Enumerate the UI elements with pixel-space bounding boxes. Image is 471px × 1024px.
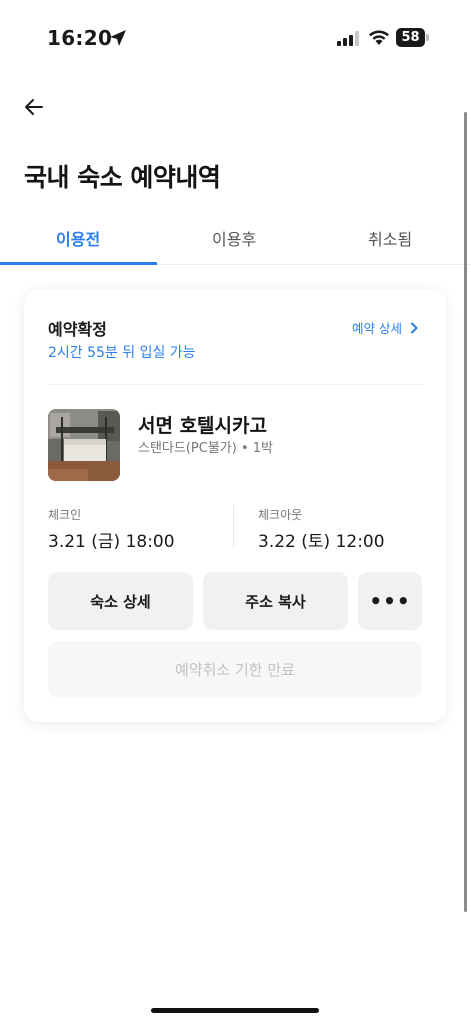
checkout-value: 3.22 (토) 12:00 (258, 532, 385, 552)
copy-address-button[interactable]: 주소 복사 (203, 572, 348, 630)
page-title: 국내 숙소 예약내역 (24, 163, 221, 192)
date-divider (233, 505, 234, 547)
home-indicator[interactable] (151, 1008, 319, 1013)
arrow-left-icon[interactable] (22, 95, 46, 119)
checkin-countdown: 2시간 55분 뒤 입실 가능 (48, 345, 196, 361)
reservation-detail-label: 예약 상세 (352, 321, 402, 336)
room-info: 스탠다드(PC불가) • 1박 (138, 441, 273, 456)
hotel-detail-button[interactable]: 숙소 상세 (48, 572, 193, 630)
wifi-icon (369, 30, 389, 45)
battery-level: 58 (396, 28, 425, 47)
scrollbar[interactable] (464, 112, 467, 912)
status-bar: 16:20 58 (0, 0, 471, 76)
tab-active-indicator (0, 262, 157, 265)
cancel-reservation-button: 예약취소 기한 만료 (48, 641, 422, 698)
hotel-name: 서면 호텔시카고 (138, 415, 267, 437)
tab-before-use[interactable]: 이용전 (56, 226, 100, 250)
hotel-thumbnail[interactable] (48, 409, 120, 481)
location-arrow-icon (110, 30, 126, 46)
battery-icon: 58 (396, 28, 429, 47)
tab-after-use[interactable]: 이용후 (212, 226, 256, 250)
tab-cancelled[interactable]: 취소됨 (368, 226, 412, 250)
checkout-label: 체크아웃 (258, 508, 303, 522)
chevron-right-icon (411, 322, 418, 333)
battery-cap (426, 34, 429, 41)
signal-icon (337, 31, 359, 46)
reservation-status: 예약확정 (48, 320, 107, 339)
card-divider (48, 384, 422, 385)
checkin-value: 3.21 (금) 18:00 (48, 532, 175, 552)
status-time: 16:20 (47, 26, 113, 50)
checkin-label: 체크인 (48, 508, 82, 522)
reservation-card: 예약확정 2시간 55분 뒤 입실 가능 예약 상세 서면 호텔시카고 스탠다드… (24, 290, 446, 722)
tab-bar: 이용전 이용후 취소됨 (0, 220, 471, 265)
reservation-detail-link[interactable]: 예약 상세 (352, 318, 420, 337)
more-options-button[interactable]: ••• (358, 572, 422, 630)
